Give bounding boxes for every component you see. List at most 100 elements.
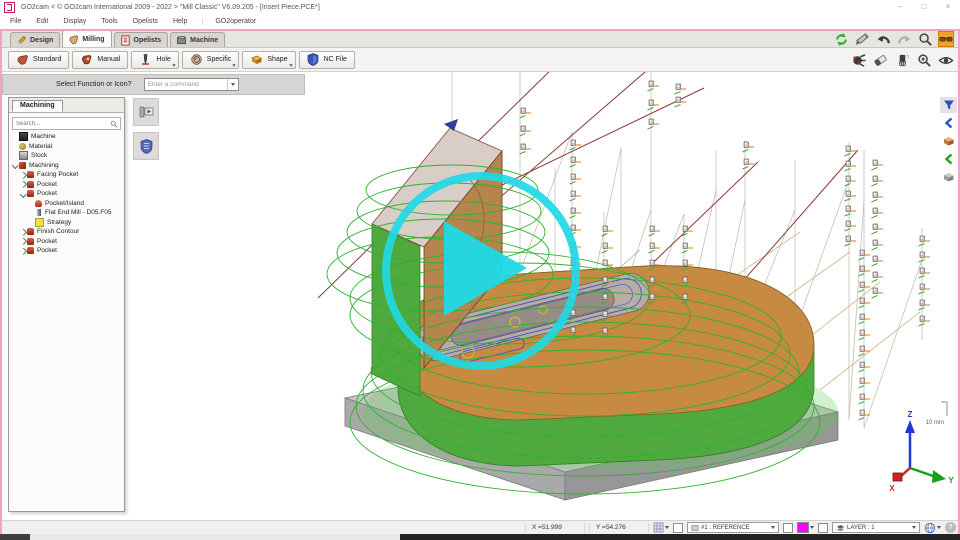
axis-x-label: X: [889, 484, 895, 493]
tree-item-facing-pocket[interactable]: Facing Pocket: [9, 170, 124, 180]
menu-opelists[interactable]: Opelists: [133, 18, 158, 25]
stock-box-icon[interactable]: [940, 169, 957, 185]
tree-item-pocket[interactable]: Pocket: [9, 189, 124, 199]
menu-file[interactable]: File: [10, 18, 21, 25]
collapse-arrow-icon[interactable]: [20, 192, 27, 197]
expand-arrow-icon[interactable]: [20, 230, 27, 235]
expand-arrow-icon[interactable]: [20, 173, 27, 178]
hole-icon: [139, 53, 152, 66]
strategy-icon: [35, 218, 44, 227]
prev-step-green-icon[interactable]: [940, 151, 957, 167]
tree-item-pocket-island[interactable]: Pocket/Island: [9, 199, 124, 209]
nc-file-button[interactable]: NC File: [299, 51, 355, 69]
axis-triad: Z Y X: [889, 410, 954, 493]
zoom-icon[interactable]: [917, 31, 933, 47]
part-box-icon[interactable]: [940, 133, 957, 149]
color-checkbox[interactable]: [783, 523, 793, 533]
design-pencil-icon: [16, 35, 27, 46]
shape-button[interactable]: Shape: [242, 51, 295, 69]
video-progress-track[interactable]: [30, 534, 400, 540]
command-prompt-label: Select Function or Icon?: [56, 81, 132, 88]
pocket-icon: [27, 190, 34, 197]
tool-shield-button[interactable]: [133, 132, 159, 160]
menu-help[interactable]: Help: [173, 18, 187, 25]
menu-display[interactable]: Display: [63, 18, 86, 25]
specific-icon: [190, 53, 203, 66]
expand-arrow-icon[interactable]: [20, 249, 27, 254]
tree-item-finish-contour[interactable]: Finish Contour: [9, 227, 124, 237]
app-logo-icon: [4, 2, 15, 13]
shape-icon: [250, 53, 263, 66]
tree-item-pocket[interactable]: Pocket: [9, 180, 124, 190]
tab-opelists[interactable]: Opelists: [114, 32, 169, 47]
undo-icon[interactable]: [875, 31, 891, 47]
grid-toggle-button[interactable]: [653, 522, 669, 533]
search-input[interactable]: [13, 119, 110, 128]
tree-item-stock[interactable]: Stock: [9, 151, 124, 161]
caliper-icon[interactable]: [854, 31, 870, 47]
machining-icon: [19, 162, 26, 169]
toolset-icon[interactable]: [850, 52, 866, 68]
expand-arrow-icon[interactable]: [20, 239, 27, 244]
opelists-icon: [120, 35, 131, 46]
y-coordinate: Y =54.276: [589, 523, 649, 533]
expand-arrow-icon[interactable]: [20, 182, 27, 187]
tab-machining[interactable]: Machining: [12, 100, 63, 112]
menu-tools[interactable]: Tools: [101, 18, 117, 25]
filter-icon[interactable]: [940, 97, 957, 113]
tree-item-machine[interactable]: Machine: [9, 132, 124, 142]
tab-milling[interactable]: Milling: [62, 30, 111, 47]
eraser-icon[interactable]: [872, 52, 888, 68]
prev-step-blue-icon[interactable]: [940, 115, 957, 131]
glasses-icon[interactable]: [938, 31, 954, 47]
hole-button[interactable]: Hole: [131, 51, 178, 69]
video-progress-played[interactable]: [0, 534, 30, 540]
panel-tabstrip: Machining: [9, 98, 124, 113]
clean-icon[interactable]: [894, 52, 910, 68]
tree-item-pocket[interactable]: Pocket: [9, 246, 124, 256]
sync-icon[interactable]: [833, 31, 849, 47]
tree-item-machining[interactable]: Machining: [9, 161, 124, 171]
machining-tree: MachineMaterialStockMachiningFacing Pock…: [9, 132, 124, 256]
window-controls: –□×: [888, 0, 960, 14]
tab-design[interactable]: Design: [10, 32, 60, 47]
command-bar: Select Function or Icon? Enter a command: [2, 74, 305, 95]
chevron-down-icon[interactable]: [227, 79, 238, 90]
maximize-button[interactable]: □: [912, 0, 936, 14]
collapse-arrow-icon[interactable]: [12, 163, 19, 168]
machine-icon: [19, 132, 28, 141]
machine-icon: [176, 35, 187, 46]
tree-search-box[interactable]: [12, 117, 121, 130]
minimize-button[interactable]: –: [888, 0, 912, 14]
eye-rotate-icon[interactable]: [938, 52, 954, 68]
title-bar: GO2cam < © GO2cam International 2009 - 2…: [0, 0, 960, 14]
plane-checkbox[interactable]: [673, 523, 683, 533]
manual-button[interactable]: Manual: [72, 51, 128, 69]
manual-icon: [80, 53, 93, 66]
tree-item-material[interactable]: Material: [9, 142, 124, 152]
tree-item-flat-end-mill-d05-f05[interactable]: Flat End Mill - D05.F05: [9, 208, 124, 218]
command-input[interactable]: Enter a command: [144, 78, 239, 91]
close-button[interactable]: ×: [936, 0, 960, 14]
menu-edit[interactable]: Edit: [36, 18, 48, 25]
globe-icon: [924, 522, 936, 534]
video-progress-remaining[interactable]: [400, 534, 960, 540]
standard-button[interactable]: Standard: [8, 51, 69, 69]
tree-item-pocket[interactable]: Pocket: [9, 237, 124, 247]
axis-z-label: Z: [908, 410, 913, 419]
menu-go2operator[interactable]: GO2operator: [202, 18, 256, 25]
specific-button[interactable]: Specific: [182, 51, 240, 69]
view-sphere-button[interactable]: [924, 522, 941, 534]
layer-select[interactable]: LAYER : 1: [832, 522, 920, 533]
layer-checkbox[interactable]: [818, 523, 828, 533]
grid-icon: [653, 522, 664, 533]
zoom-plus-icon[interactable]: [916, 52, 932, 68]
pocket-icon: [27, 228, 34, 235]
redo-icon[interactable]: [896, 31, 912, 47]
help-button[interactable]: ?: [945, 522, 956, 533]
color-swatch-button[interactable]: [797, 522, 814, 533]
tab-machine[interactable]: Machine: [170, 32, 225, 47]
tree-item-strategy[interactable]: Strategy: [9, 218, 124, 228]
simulation-button[interactable]: [133, 98, 159, 126]
plane-select[interactable]: #1 : REFERENCE: [687, 522, 779, 533]
